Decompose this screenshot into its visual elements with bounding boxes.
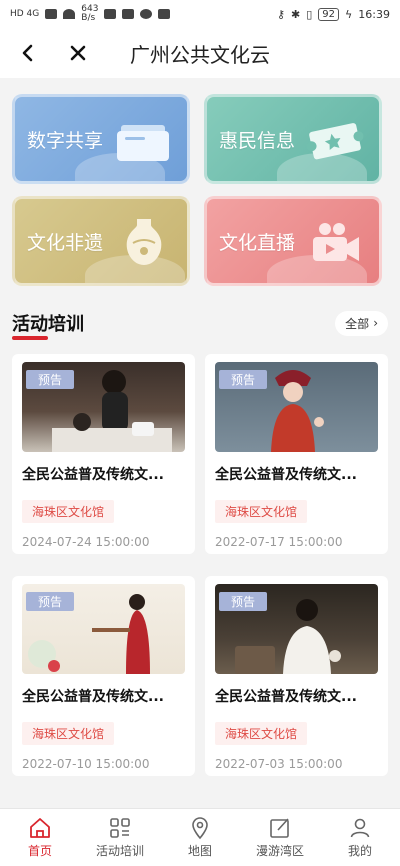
tab-bay-area[interactable]: 漫游湾区 xyxy=(240,816,320,859)
tile-label: 文化直播 xyxy=(219,231,296,254)
app-notification-icon xyxy=(122,9,135,19)
section-header: 活动培训 全部 › xyxy=(0,308,400,340)
activity-date: 2022-07-17 15:00:00 xyxy=(215,535,343,549)
bottom-tab-bar: 首页 活动培训 地图 漫游湾区 我的 xyxy=(0,808,400,866)
nav-bar: 广州公共文化云 xyxy=(0,28,400,78)
tile-culture-live[interactable]: 文化直播 xyxy=(204,196,382,286)
tab-profile[interactable]: 我的 xyxy=(320,816,400,859)
activity-card[interactable]: 预告 全民公益普及传统文... 海珠区文化馆 2022-07-10 15:00:… xyxy=(12,576,195,776)
activity-title: 全民公益普及传统文... xyxy=(215,467,357,483)
view-all-label: 全部 xyxy=(345,316,370,331)
clock: 16:39 xyxy=(358,7,390,21)
venue-tag: 海珠区文化馆 xyxy=(215,500,308,523)
edit-icon xyxy=(270,818,289,838)
status-badge: 预告 xyxy=(26,592,75,611)
tile-benefit-info[interactable]: 惠民信息 xyxy=(204,94,382,184)
activity-thumbnail: 预告 xyxy=(215,362,378,452)
tab-label: 我的 xyxy=(347,844,372,858)
bluetooth-icon: ✱ xyxy=(291,7,301,21)
section-title: 活动培训 xyxy=(12,310,84,340)
activity-date: 2024-07-24 15:00:00 xyxy=(22,535,150,549)
activity-date: 2022-07-03 15:00:00 xyxy=(215,757,343,771)
activity-thumbnail: 预告 xyxy=(215,584,378,674)
home-icon xyxy=(30,818,50,838)
tile-label: 文化非遗 xyxy=(27,231,104,254)
activity-date: 2022-07-10 15:00:00 xyxy=(22,757,150,771)
user-icon xyxy=(350,818,370,838)
venue-tag: 海珠区文化馆 xyxy=(215,722,308,745)
signal-icon xyxy=(45,9,58,19)
wifi-icon xyxy=(63,9,76,19)
location-pin-icon xyxy=(192,817,208,840)
vase-icon xyxy=(126,219,162,265)
folder-icon xyxy=(117,125,169,161)
chevron-right-icon: › xyxy=(373,316,378,330)
video-camera-icon xyxy=(313,223,359,261)
main-content: 数字共享 惠民信息 文化非遗 文化直播 活动培训 全部 › 预告 全民公益普及传… xyxy=(0,78,400,808)
activity-thumbnail: 预告 xyxy=(22,362,185,452)
app-notification-icon xyxy=(158,9,171,19)
view-all-button[interactable]: 全部 › xyxy=(335,310,388,336)
tile-label: 数字共享 xyxy=(27,129,104,152)
activity-title: 全民公益普及传统文... xyxy=(22,467,164,483)
network-speed: 643 B/s xyxy=(81,4,99,23)
tab-label: 漫游湾区 xyxy=(255,844,304,858)
ticket-icon xyxy=(307,123,364,160)
tab-label: 首页 xyxy=(27,844,52,858)
tile-label: 惠民信息 xyxy=(219,129,296,152)
activity-list: 预告 全民公益普及传统文... 海珠区文化馆 2024-07-24 15:00:… xyxy=(0,338,400,776)
tile-digital-share[interactable]: 数字共享 xyxy=(12,94,190,184)
tile-intangible-heritage[interactable]: 文化非遗 xyxy=(12,196,190,286)
close-icon xyxy=(70,45,86,61)
status-badge: 预告 xyxy=(26,370,75,389)
key-icon: ⚷ xyxy=(276,7,286,21)
venue-tag: 海珠区文化馆 xyxy=(22,722,115,745)
battery-indicator: 92 xyxy=(318,7,340,21)
tab-home[interactable]: 首页 xyxy=(0,816,80,859)
chevron-left-icon xyxy=(22,44,33,62)
tab-label: 地图 xyxy=(187,844,212,858)
network-indicator: HD 4G xyxy=(10,9,40,19)
venue-tag: 海珠区文化馆 xyxy=(22,500,115,523)
category-tiles: 数字共享 惠民信息 文化非遗 文化直播 xyxy=(0,78,400,286)
grid-icon xyxy=(110,818,130,838)
tab-activities[interactable]: 活动培训 xyxy=(80,816,160,859)
activity-thumbnail: 预告 xyxy=(22,584,185,674)
charging-icon: ϟ xyxy=(345,7,353,21)
status-bar: HD 4G 643 B/s ⚷ ✱ ▯ 92 ϟ 16:39 xyxy=(0,0,400,28)
activity-title: 全民公益普及传统文... xyxy=(215,689,357,705)
vibrate-icon: ▯ xyxy=(306,7,313,21)
tab-label: 活动培训 xyxy=(95,844,144,858)
tab-map[interactable]: 地图 xyxy=(160,816,240,859)
back-button[interactable] xyxy=(8,33,48,73)
status-badge: 预告 xyxy=(219,370,268,389)
status-badge: 预告 xyxy=(219,592,268,611)
activity-card[interactable]: 预告 全民公益普及传统文... 海珠区文化馆 2022-07-03 15:00:… xyxy=(205,576,388,776)
activity-title: 全民公益普及传统文... xyxy=(22,689,164,705)
activity-card[interactable]: 预告 全民公益普及传统文... 海珠区文化馆 2024-07-24 15:00:… xyxy=(12,354,195,554)
activity-card[interactable]: 预告 全民公益普及传统文... 海珠区文化馆 2022-07-17 15:00:… xyxy=(205,354,388,554)
app-notification-icon xyxy=(140,9,153,19)
close-button[interactable] xyxy=(58,33,98,73)
app-notification-icon xyxy=(104,9,117,19)
